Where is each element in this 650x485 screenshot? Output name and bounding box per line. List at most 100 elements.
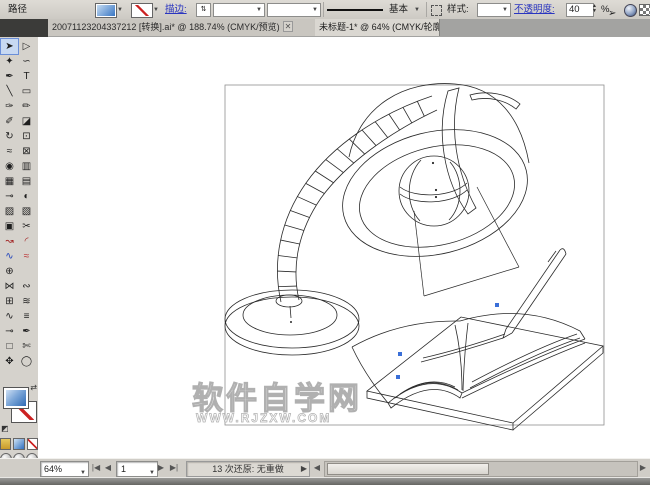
column-graph-tool[interactable]: ▥	[18, 159, 35, 174]
recolor-artwork-icon[interactable]	[624, 4, 637, 17]
stroke-dropdown-caret[interactable]: ▼	[153, 7, 159, 13]
zoom-level-combo[interactable]: 64%▼	[40, 461, 89, 477]
warp-tool[interactable]: ≈	[1, 144, 18, 159]
live-paint-bucket-tool[interactable]: ▨	[1, 204, 18, 219]
eyedropper-tool[interactable]: ⊸	[1, 189, 18, 204]
scale-tool[interactable]: ⊡	[18, 129, 35, 144]
swap-fill-stroke-icon[interactable]: ⇄	[30, 383, 37, 392]
artboard-border	[225, 85, 604, 425]
measure-icon: ⊸	[5, 326, 13, 337]
gooseneck-rib	[285, 225, 304, 230]
status-bar: 64%▼ |◀ ◀ 1▼ ▶ ▶| 13 次还原: 无重做▶ ◀ ▶	[0, 458, 650, 478]
smooth-red-tool[interactable]: ↝	[1, 234, 18, 249]
smooth-tool[interactable]: ✐	[1, 114, 18, 129]
window-bottom-edge	[0, 477, 650, 485]
fill-indicator-gradient[interactable]	[3, 387, 29, 409]
page-tool[interactable]: ⊕	[1, 264, 18, 279]
stroke-panel-link[interactable]: 描边:	[165, 0, 187, 19]
free-transform-tool[interactable]: ⊠	[18, 144, 35, 159]
align-options-icon[interactable]	[639, 4, 650, 16]
status-flyout-icon[interactable]: ▶	[301, 462, 307, 476]
wrinkle-tool[interactable]: ∿	[1, 309, 18, 324]
color-mode-button[interactable]	[0, 438, 11, 450]
arc-red-tool[interactable]: ◜	[18, 234, 35, 249]
line-segment-icon: ╲	[6, 86, 12, 97]
horizontal-scrollbar[interactable]	[324, 461, 638, 477]
gooseneck-rib	[362, 130, 376, 146]
selection-tool[interactable]: ➤	[1, 39, 18, 54]
none-mode-button[interactable]	[27, 438, 38, 450]
pen-icon: ✒	[5, 71, 13, 82]
tab-1-close-icon[interactable]: ✕	[283, 21, 294, 32]
opacity-value-field[interactable]: 40	[566, 3, 594, 17]
gradient-tool[interactable]: ▤	[18, 174, 35, 189]
pen-tool[interactable]: ✒	[1, 69, 18, 84]
knife-tool[interactable]: ✄	[18, 339, 35, 354]
ripple-tool[interactable]: ≋	[18, 294, 35, 309]
variable-width-combo[interactable]: ▼	[267, 3, 321, 17]
hand-tool[interactable]: ✥	[1, 354, 18, 369]
hscroll-right-button[interactable]: ▶	[638, 461, 648, 475]
lamp-bulb	[399, 156, 469, 226]
default-fill-stroke-icon[interactable]: ◩	[1, 424, 9, 433]
status-info-field[interactable]: 13 次还原: 无重做▶	[186, 461, 310, 477]
first-page-button[interactable]: |◀	[90, 461, 102, 475]
document-canvas[interactable]: 软件自学网 WWW.RJZXW.COM	[38, 37, 650, 458]
zigzag-blue-tool[interactable]: ∿	[1, 249, 18, 264]
gooseneck-rib	[337, 149, 354, 163]
opacity-stepper[interactable]: ▲▼	[592, 4, 597, 14]
stroke-none-swatch[interactable]	[131, 3, 153, 18]
type-tool[interactable]: T	[18, 69, 35, 84]
paintbrush-tool[interactable]: ✑	[1, 99, 18, 114]
reshape-tool[interactable]: ⋈	[1, 279, 18, 294]
page-number-combo[interactable]: 1▼	[116, 461, 158, 477]
brush-options-icon[interactable]	[431, 5, 442, 16]
magic-wand-tool[interactable]: ✦	[1, 54, 18, 69]
stacked-graph-tool[interactable]: ≡	[18, 309, 35, 324]
zoom-tool[interactable]: ◯	[18, 354, 35, 369]
brush-definition-caret[interactable]: ▼	[414, 7, 420, 13]
pen	[421, 249, 566, 362]
brush-definition-value[interactable]: 基本	[389, 0, 408, 19]
rotate-tool[interactable]: ↻	[1, 129, 18, 144]
wave-red-tool[interactable]: ≈	[18, 249, 35, 264]
next-page-button[interactable]: ▶	[156, 461, 166, 475]
fill-dropdown-caret[interactable]: ▼	[117, 7, 123, 13]
document-tab-2[interactable]: 未标题-1* @ 64% (CMYK/轮廓)✕	[315, 19, 440, 36]
knife-icon: ✄	[22, 341, 30, 352]
fill-color-swatch[interactable]	[95, 3, 117, 18]
eraser-tool[interactable]: ◪	[18, 114, 35, 129]
live-paint-bucket-icon: ▨	[5, 206, 14, 217]
shear-tool[interactable]: ∾	[18, 279, 35, 294]
hscroll-thumb[interactable]	[327, 463, 489, 475]
grid-tool[interactable]: ⊞	[1, 294, 18, 309]
hscroll-left-button[interactable]: ◀	[312, 461, 322, 475]
stroke-weight-stepper[interactable]: ⇅	[196, 3, 211, 17]
measure-tool[interactable]: ⊸	[1, 324, 18, 339]
prev-page-button[interactable]: ◀	[103, 461, 113, 475]
rectangle-tool[interactable]: ▭	[18, 84, 35, 99]
direct-selection-tool[interactable]: ▷	[18, 39, 35, 54]
ink-tool[interactable]: ✒	[18, 324, 35, 339]
column-graph-icon: ▥	[22, 161, 31, 172]
graphic-style-combo[interactable]: ▼	[477, 3, 511, 17]
blend-tool[interactable]: ◐	[18, 189, 35, 204]
document-tab-1[interactable]: 20071123204337212 [转换].ai* @ 188.74% (CM…	[48, 19, 319, 36]
live-paint-selection-tool[interactable]: ▧	[18, 204, 35, 219]
last-page-button[interactable]: ▶|	[168, 461, 180, 475]
gradient-mode-button[interactable]	[13, 438, 24, 450]
grid-icon: ⊞	[5, 296, 13, 307]
mesh-tool[interactable]: ▦	[1, 174, 18, 189]
zoom-icon: ◯	[21, 356, 32, 367]
slice-tool[interactable]: ✂	[18, 219, 35, 234]
live-paint-selection-icon: ▧	[22, 206, 31, 217]
crop-area-tool[interactable]: ▣	[1, 219, 18, 234]
opacity-panel-link[interactable]: 不透明度:	[514, 0, 555, 19]
lasso-tool[interactable]: ∽	[18, 54, 35, 69]
line-segment-tool[interactable]: ╲	[1, 84, 18, 99]
artboard-tool[interactable]: □	[1, 339, 18, 354]
stroke-weight-combo[interactable]: ▼	[213, 3, 265, 17]
zigzag-blue-icon: ∿	[5, 251, 13, 262]
symbol-sprayer-tool[interactable]: ◉	[1, 159, 18, 174]
pencil-tool[interactable]: ✏	[18, 99, 35, 114]
